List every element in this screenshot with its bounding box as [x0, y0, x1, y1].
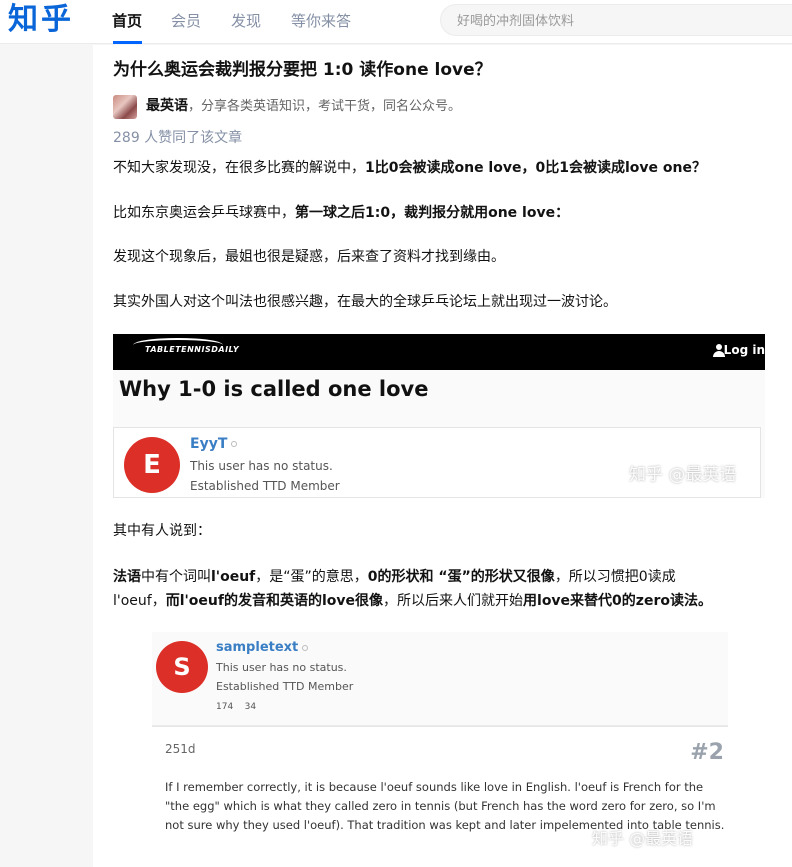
paragraph-4: 其实外国人对这个叫法也很感兴趣，在最大的全球乒乓论坛上就出现过一波讨论。 — [113, 294, 617, 310]
forum-thread-title: Why 1-0 is called one love — [119, 377, 429, 401]
paragraph-1-text: 不知大家发现没，在很多比赛的解说中， — [113, 160, 365, 176]
post-age: 251d — [165, 742, 196, 756]
paragraph-3: 发现这个现象后，最姐也很是疑惑，后来查了资料才找到缘由。 — [113, 249, 505, 265]
online-status-icon — [231, 441, 238, 447]
paragraph-7-text-b: ，所以后来人们就开始 — [383, 593, 524, 609]
user-avatar-s: S — [156, 641, 208, 693]
user-stat-posts: 174 — [216, 702, 234, 712]
user-status-2: This user has no status. — [216, 661, 347, 674]
forum-screenshot-1: TABLETENNISDAILY Log in Why 1-0 is calle… — [113, 334, 765, 498]
paragraph-7: l'oeuf，而l'oeuf的发音和英语的love很像，所以后来人们就开始用lo… — [113, 589, 712, 613]
member-rank-2: Established TTD Member — [216, 680, 354, 693]
user-avatar-e: E — [124, 437, 180, 493]
bold-french: 法语 — [113, 569, 141, 585]
site-logo: TABLETENNISDAILY — [145, 345, 240, 354]
forum-username: EyyT — [190, 436, 238, 452]
paragraph-1: 不知大家发现没，在很多比赛的解说中，1比0会被读成one love，0比1会被读… — [113, 156, 706, 180]
paragraph-6: 法语中有个词叫l'oeuf，是“蛋”的意思，0的形状和 “蛋”的形状又很像，所以… — [113, 565, 676, 589]
user-stat-likes: 34 — [244, 702, 257, 712]
top-nav-bar: 知乎 首页 会员 发现 等你来答 — [0, 0, 792, 44]
forum-username-2-text: sampletext — [216, 640, 299, 655]
user-status: This user has no status. — [190, 459, 333, 473]
forum-screenshot-2: S sampletext This user has no status. Es… — [152, 632, 728, 867]
author-name[interactable]: 最英语 — [146, 98, 188, 114]
watermark-2: 知乎 @最英语 — [592, 829, 694, 848]
paragraph-1-bold: 1比0会被读成one love，0比1会被读成love one？ — [365, 160, 706, 176]
paragraph-7-text-a: l'oeuf， — [113, 593, 166, 609]
nav-home[interactable]: 首页 — [112, 11, 142, 31]
paragraph-6-text-a: 中有个词叫 — [141, 569, 211, 585]
author-info: 最英语，分享各类英语知识，考试干货，同名公众号。 — [146, 97, 461, 116]
likes-count: 289 人赞同了该文章 — [113, 130, 243, 146]
paragraph-2-bold: 第一球之后1:0，裁判报分就用one love： — [295, 205, 570, 221]
user-stats: 174 34 — [216, 702, 256, 712]
post-divider — [152, 726, 728, 727]
author-avatar[interactable] — [113, 95, 137, 119]
bold-loeuf: l'oeuf — [211, 569, 256, 585]
article-title: 为什么奥运会裁判报分要把 1:0 读作one love？ — [113, 60, 492, 80]
nav-membership[interactable]: 会员 — [171, 11, 201, 31]
bold-love-for-zero: 用love来替代0的zero读法。 — [523, 593, 712, 609]
login-link: Log in — [723, 343, 765, 357]
paragraph-2: 比如东京奥运会乒乓球赛中，第一球之后1:0，裁判报分就用one love： — [113, 201, 569, 225]
forum-header-bar: TABLETENNISDAILY Log in — [113, 334, 765, 370]
paragraph-6-text-b: ，是“蛋”的意思， — [255, 569, 368, 585]
bold-pronunciation: 而l'oeuf的发音和英语的love很像 — [165, 593, 384, 609]
forum-username-2: sampletext — [216, 640, 309, 655]
search-input[interactable] — [457, 11, 777, 31]
author-bio: ，分享各类英语知识，考试干货，同名公众号。 — [188, 99, 462, 114]
search-box[interactable] — [440, 4, 792, 36]
zhihu-logo[interactable]: 知乎 — [8, 2, 74, 38]
nav-waiting-answers[interactable]: 等你来答 — [291, 11, 351, 31]
member-rank: Established TTD Member — [190, 479, 340, 493]
bold-egg-shape: 0的形状和 “蛋”的形状又很像 — [367, 569, 555, 585]
post-number: #2 — [690, 740, 724, 765]
paragraph-2-text: 比如东京奥运会乒乓球赛中， — [113, 205, 295, 221]
forum-user-panel: S sampletext This user has no status. Es… — [152, 632, 728, 726]
online-status-icon-2 — [302, 644, 309, 651]
paragraph-5: 其中有人说到： — [113, 523, 211, 539]
forum-username-text: EyyT — [190, 436, 228, 452]
nav-active-indicator — [113, 41, 142, 44]
paragraph-6-text-c: ，所以习惯把0读成 — [554, 569, 676, 585]
watermark: 知乎 @最英语 — [629, 465, 737, 485]
nav-discover[interactable]: 发现 — [231, 11, 261, 31]
